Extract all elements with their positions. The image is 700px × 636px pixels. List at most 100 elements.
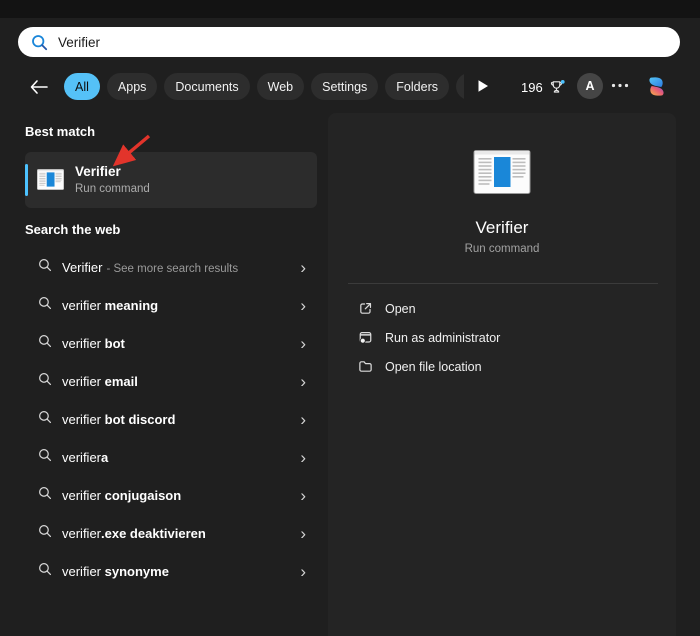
web-suggestion-row[interactable]: verifier synonyme › [25,552,317,590]
open-file-location-action[interactable]: Open file location [328,352,676,381]
suggestion-prefix: verifier [62,336,105,351]
search-icon [38,296,52,315]
divider [348,283,658,284]
suggestion-completion: .exe deaktivieren [101,526,206,541]
ellipsis-icon [611,83,629,88]
filter-label: Apps [118,80,147,94]
back-arrow-icon [29,79,49,95]
best-match-heading: Best match [25,124,95,139]
web-suggestion-row[interactable]: verifier bot › [25,324,317,362]
chevron-right-icon[interactable]: › [300,411,306,428]
back-button[interactable] [29,76,55,97]
filter-label: All [75,80,89,94]
search-icon [38,562,52,581]
suggestion-completion: bot [105,336,125,351]
suggestion-text: verifier bot discord [62,412,290,427]
filter-tab-photos-truncated[interactable]: Pho [456,73,464,100]
search-icon [38,486,52,505]
suggestion-prefix: verifier [62,526,101,541]
web-suggestions-list: Verifier- See more search results › veri… [25,248,317,590]
suggestion-text: verifier email [62,374,290,389]
suggestion-completion: a [101,450,108,465]
suggestion-prefix: verifier [62,298,105,313]
chevron-right-icon[interactable]: › [300,259,306,276]
best-match-result[interactable]: Verifier Run command [25,152,317,208]
filter-label: Folders [396,80,438,94]
open-action[interactable]: Open [328,294,676,323]
action-label: Run as administrator [385,331,500,345]
filter-tab-apps[interactable]: Apps [107,73,158,100]
more-options-button[interactable] [611,83,629,88]
copilot-icon [644,74,669,99]
trophy-icon [548,79,565,95]
search-bar[interactable] [18,27,680,57]
filter-tab-all[interactable]: All [64,73,100,100]
search-icon [38,448,52,467]
web-suggestion-row[interactable]: verifier bot discord › [25,400,317,438]
suggestion-completion: email [105,374,138,389]
chevron-right-icon[interactable]: › [300,297,306,314]
filter-tab-folders[interactable]: Folders [385,73,449,100]
web-suggestion-row[interactable]: Verifier- See more search results › [25,248,317,286]
verifier-app-icon-large [474,150,531,194]
search-icon [38,410,52,429]
folder-icon [358,359,373,374]
more-filters-button[interactable] [477,79,489,93]
web-suggestion-row[interactable]: verifier conjugaison › [25,476,317,514]
web-suggestion-row[interactable]: verifier meaning › [25,286,317,324]
suggestion-text: verifier conjugaison [62,488,290,503]
preview-title: Verifier [328,218,676,238]
chevron-right-icon[interactable]: › [300,373,306,390]
suggestion-prefix: verifier [62,374,105,389]
suggestion-text: verifier bot [62,336,290,351]
chevron-right-icon[interactable]: › [300,487,306,504]
web-suggestion-row[interactable]: verifiera › [25,438,317,476]
search-icon [31,34,48,51]
suggestion-text: Verifier- See more search results [62,260,290,275]
rewards-points: 196 [521,80,543,95]
web-suggestion-row[interactable]: verifier email › [25,362,317,400]
suggestion-text: verifier.exe deaktivieren [62,526,290,541]
result-preview-panel: Verifier Run command Open [328,113,676,636]
suggestion-text: verifier meaning [62,298,290,313]
window-top-edge [0,0,700,18]
run-as-administrator-action[interactable]: Run as administrator [328,323,676,352]
suggestion-completion: conjugaison [105,488,182,503]
suggestion-completion: synonyme [105,564,169,579]
verifier-app-icon [37,169,64,190]
filter-tab-web[interactable]: Web [257,73,304,100]
action-label: Open file location [385,360,482,374]
filter-toolbar: All Apps Documents Web Settings Folders … [0,71,700,102]
suggestion-completion: bot discord [105,412,176,427]
filter-tabs-strip: All Apps Documents Web Settings Folders … [64,71,464,102]
best-match-subtitle: Run command [75,183,150,195]
suggestion-completion: meaning [105,298,158,313]
open-external-icon [358,301,373,316]
chevron-right-icon[interactable]: › [300,335,306,352]
suggestion-text: verifier synonyme [62,564,290,579]
filter-tab-settings[interactable]: Settings [311,73,378,100]
suggestion-prefix: verifier [62,450,101,465]
suggestion-note: - See more search results [106,263,238,275]
search-icon [38,372,52,391]
web-suggestion-row[interactable]: verifier.exe deaktivieren › [25,514,317,552]
filter-tab-documents[interactable]: Documents [164,73,249,100]
chevron-right-icon[interactable]: › [300,563,306,580]
search-icon [38,524,52,543]
search-input[interactable] [58,35,667,50]
play-icon [477,79,489,93]
run-admin-icon [358,330,373,345]
filter-label: Documents [175,80,238,94]
chevron-right-icon[interactable]: › [300,449,306,466]
search-web-heading: Search the web [25,222,120,237]
preview-actions: Open Run as administrator [328,294,676,381]
suggestion-prefix: verifier [62,564,105,579]
windows-search-panel: All Apps Documents Web Settings Folders … [0,0,700,636]
copilot-button[interactable] [644,74,669,99]
best-match-title: Verifier [75,164,121,179]
rewards-button[interactable]: 196 [521,76,565,98]
suggestion-prefix: verifier [62,488,105,503]
suggestion-prefix: verifier [62,412,105,427]
user-avatar[interactable]: A [577,73,603,99]
chevron-right-icon[interactable]: › [300,525,306,542]
